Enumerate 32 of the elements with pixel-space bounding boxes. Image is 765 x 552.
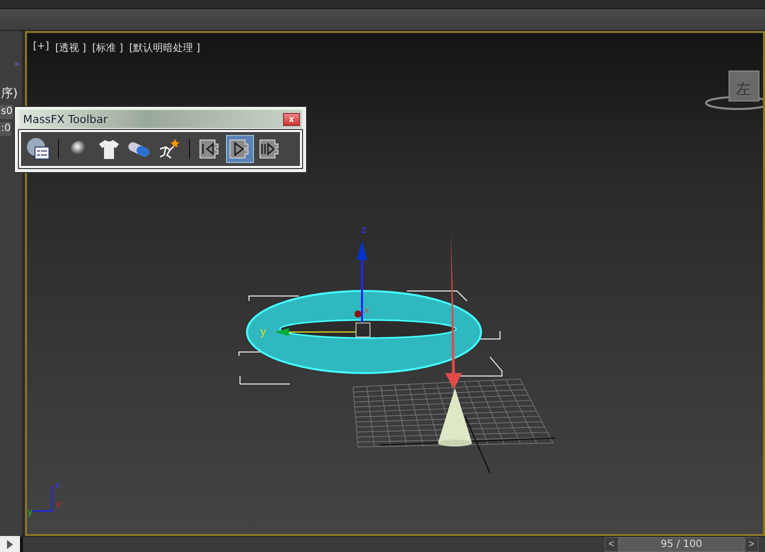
axis-label: y — [27, 506, 33, 518]
tool-button[interactable] — [226, 135, 254, 163]
play-icon — [7, 540, 13, 548]
viewport-label[interactable]: [透视 ] — [55, 40, 86, 55]
corner-axis-lines — [32, 486, 53, 512]
viewport-label[interactable]: [标准 ] — [92, 40, 124, 55]
shirt-icon — [98, 138, 120, 160]
panel-text: s0 — [0, 104, 13, 119]
prev-frame-button[interactable]: < — [604, 537, 618, 552]
viewport-label[interactable]: [+] — [33, 40, 50, 55]
axis-label: x — [56, 500, 62, 510]
viewport-label[interactable]: [默认明暗处理 ] — [129, 40, 200, 55]
close-button[interactable]: x — [283, 112, 300, 126]
viewcube[interactable] — [728, 70, 760, 102]
time-slider-thumb[interactable]: 95 / 100 — [618, 537, 744, 552]
play-button[interactable] — [0, 536, 20, 552]
axis-label: x — [364, 306, 370, 316]
figure-spark-icon — [157, 137, 181, 161]
pivot-dot — [354, 310, 362, 318]
viewcube-label: 左 — [736, 80, 751, 98]
cone-drawing — [438, 388, 472, 446]
window-title: MassFX Toolbar — [23, 112, 108, 126]
globe-panel-icon — [26, 137, 50, 161]
next-frame-button[interactable]: > — [744, 537, 758, 552]
z-axis-arrow[interactable] — [357, 240, 367, 323]
pivot-square — [356, 322, 370, 338]
axis-label: y — [260, 324, 267, 338]
panel-text: :0 — [0, 122, 11, 136]
axis-label: z — [55, 480, 60, 491]
axis-label: z — [361, 224, 366, 236]
y-axis-arrow[interactable] — [275, 328, 356, 336]
panel-text: 序) — [0, 84, 18, 102]
